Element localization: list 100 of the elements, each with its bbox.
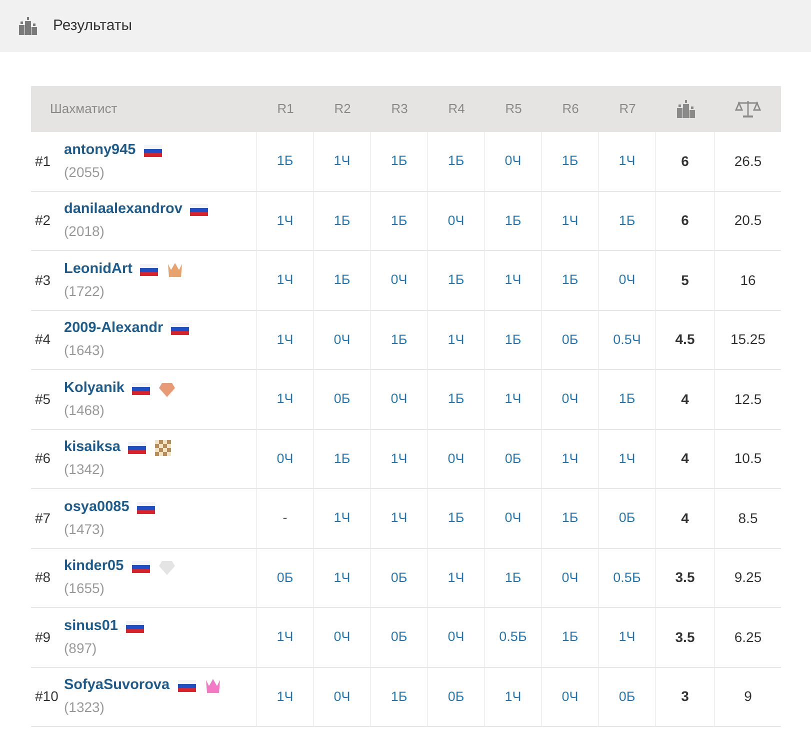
result-cell[interactable]: 1Ч: [334, 568, 350, 588]
tiebreak-cell-text: 12.5: [734, 390, 762, 409]
column-header: R2: [334, 100, 351, 118]
result-cell[interactable]: 1Б: [390, 330, 408, 350]
result-cell[interactable]: 0Ч: [562, 389, 578, 410]
result-cell[interactable]: 1Ч: [448, 568, 464, 588]
result-cell[interactable]: 1Ч: [448, 330, 464, 350]
result-cell[interactable]: 0.5Б: [499, 627, 527, 648]
result-cell[interactable]: 1Б: [504, 330, 522, 350]
result-cell[interactable]: 1Б: [334, 448, 350, 469]
rank: #1: [34, 152, 52, 171]
result-cell[interactable]: 0Б: [504, 448, 522, 469]
result-cell[interactable]: 1Ч: [276, 686, 294, 707]
result-cell[interactable]: 1Ч: [276, 389, 294, 410]
result-cell[interactable]: 1Б: [448, 508, 464, 528]
tiebreak-cell-text: 15.25: [730, 330, 766, 350]
result-cell[interactable]: 0Б: [390, 568, 408, 588]
result-cell[interactable]: 1Б: [448, 270, 464, 290]
result-cell[interactable]: 1Ч: [276, 270, 294, 290]
result-cell[interactable]: 1Б: [448, 151, 464, 172]
rank: #7: [34, 508, 52, 528]
result-cell[interactable]: 0.5Ч: [613, 330, 641, 350]
player-rating: (2055): [64, 162, 106, 182]
result-cell[interactable]: 1Б: [618, 210, 636, 231]
result-cell[interactable]: 0Ч: [562, 686, 578, 707]
result-cell[interactable]: 1Ч: [390, 448, 408, 469]
result-cell[interactable]: 0Ч: [334, 627, 350, 648]
result-cell[interactable]: 1Ч: [618, 448, 636, 469]
podium-icon: [18, 17, 38, 35]
player-name[interactable]: kisaiksa: [64, 437, 120, 460]
result-cell[interactable]: 1Ч: [504, 389, 522, 410]
flag-icon: [132, 561, 150, 574]
result-cell[interactable]: 0Ч: [334, 330, 350, 350]
result-cell[interactable]: 1Ч: [334, 508, 350, 528]
player-rating: (1722): [64, 282, 106, 301]
result-cell[interactable]: 1Б: [390, 210, 408, 231]
rank: #10: [34, 687, 60, 706]
result-cell[interactable]: 1Ч: [618, 151, 636, 172]
result-cell[interactable]: 1Б: [390, 686, 408, 707]
result-cell[interactable]: 1Б: [562, 151, 578, 172]
result-cell[interactable]: 1Б: [334, 210, 350, 231]
result-cell[interactable]: 0Ч: [448, 210, 464, 231]
result-cell[interactable]: 0Ч: [448, 627, 464, 648]
result-cell[interactable]: 1Б: [390, 151, 408, 172]
player-name[interactable]: 2009-Alexandr: [64, 318, 164, 340]
result-cell[interactable]: 1Б: [562, 627, 578, 648]
result-cell[interactable]: 0Б: [276, 568, 294, 588]
result-cell[interactable]: 1Ч: [334, 151, 350, 172]
result-cell[interactable]: 1Ч: [562, 210, 578, 231]
result-cell[interactable]: 1Ч: [618, 627, 636, 648]
result-cell[interactable]: 0Ч: [276, 448, 294, 469]
result-cell[interactable]: 1Б: [562, 508, 578, 528]
column-header: R6: [562, 100, 579, 118]
result-cell[interactable]: 1Б: [618, 389, 636, 410]
result-cell[interactable]: 0Б: [448, 686, 464, 707]
result-cell[interactable]: 1Б: [276, 151, 294, 172]
player-name[interactable]: kinder05: [64, 556, 124, 578]
result-cell[interactable]: 1Ч: [504, 686, 522, 707]
points-cell-text: 5: [681, 270, 689, 290]
result-cell[interactable]: 1Ч: [276, 210, 294, 231]
points-cell-text: 3.5: [675, 568, 695, 588]
result-cell[interactable]: 0Ч: [390, 389, 408, 410]
player-name[interactable]: antony945: [64, 140, 136, 162]
result-cell[interactable]: 0Ч: [618, 270, 636, 290]
player-name[interactable]: osya0085: [64, 496, 130, 519]
result-cell[interactable]: 1Ч: [504, 270, 522, 290]
result-cell[interactable]: 0Б: [334, 389, 350, 410]
result-cell[interactable]: 1Б: [334, 270, 350, 290]
rank: #9: [34, 628, 52, 647]
tiebreak-cell-text: 16: [740, 270, 756, 290]
result-cell[interactable]: 1Ч: [276, 330, 294, 350]
rank: #5: [34, 390, 52, 409]
result-cell[interactable]: 1Ч: [562, 448, 578, 469]
player-name[interactable]: danilaalexandrov: [64, 199, 182, 222]
result-cell[interactable]: 0Б: [618, 508, 636, 528]
points-cell-text: 4: [681, 508, 689, 528]
result-cell[interactable]: 0Ч: [504, 151, 522, 172]
result-cell[interactable]: 0Б: [390, 627, 408, 648]
result-cell[interactable]: 0Б: [562, 330, 578, 350]
tiebreak-cell-text: 8.5: [738, 508, 758, 528]
result-cell[interactable]: 0Ч: [448, 448, 464, 469]
result-cell[interactable]: 0Ч: [562, 568, 578, 588]
result-cell[interactable]: 1Б: [504, 210, 522, 231]
result-cell[interactable]: 0Ч: [334, 686, 350, 707]
player-name[interactable]: sinus01: [64, 616, 118, 638]
result-cell[interactable]: 0Ч: [390, 270, 408, 290]
result-cell[interactable]: 1Ч: [276, 627, 294, 648]
result-cell[interactable]: 0Ч: [504, 508, 522, 528]
player-name[interactable]: Kolyanik: [64, 378, 124, 400]
tiebreak-cell-text: 26.5: [734, 152, 762, 171]
result-cell[interactable]: 1Б: [448, 389, 464, 410]
player-rating: (897): [64, 638, 98, 658]
result-cell[interactable]: 0Б: [618, 686, 636, 707]
result-cell[interactable]: 0.5Б: [613, 568, 641, 588]
player-name[interactable]: SofyaSuvorova: [64, 675, 170, 698]
result-cell[interactable]: 1Б: [504, 568, 522, 588]
result-cell[interactable]: 1Ч: [390, 508, 408, 528]
player-name[interactable]: LeonidArt: [64, 258, 132, 281]
column-header: R7: [619, 100, 636, 118]
result-cell[interactable]: 1Б: [562, 270, 578, 290]
